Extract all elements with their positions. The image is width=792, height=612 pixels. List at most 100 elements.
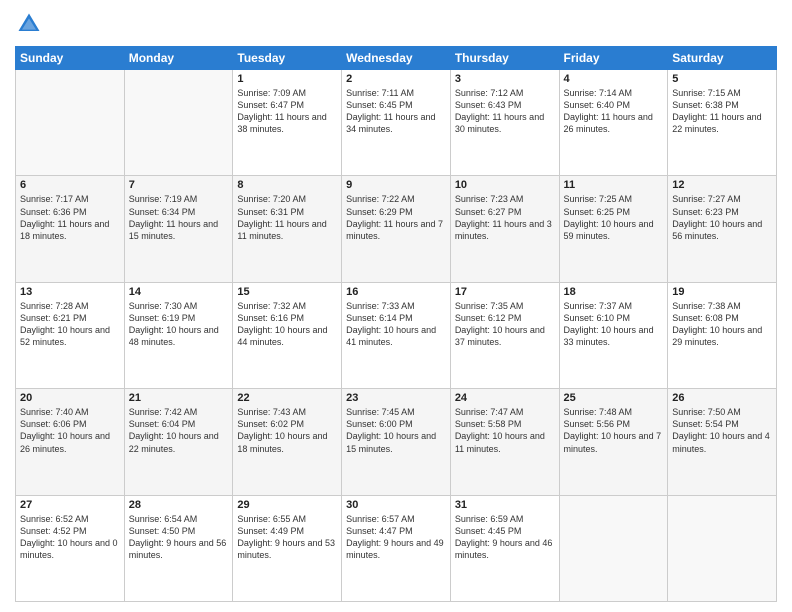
day-number: 18 <box>564 286 664 298</box>
empty-cell <box>668 495 777 601</box>
day-info: Sunrise: 7:27 AM Sunset: 6:23 PM Dayligh… <box>672 193 772 242</box>
day-info: Sunrise: 7:38 AM Sunset: 6:08 PM Dayligh… <box>672 300 772 349</box>
day-info: Sunrise: 7:23 AM Sunset: 6:27 PM Dayligh… <box>455 193 555 242</box>
day-cell-19: 19Sunrise: 7:38 AM Sunset: 6:08 PM Dayli… <box>668 282 777 388</box>
day-cell-10: 10 Sunrise: 7:23 AM Sunset: 6:27 PM Dayli… <box>450 176 559 282</box>
day-number: 17 <box>455 286 555 298</box>
day-cell-1: 1 Sunrise: 7:09 AM Sunset: 6:47 PM Daylig… <box>233 70 342 176</box>
day-cell-31: 31 Sunrise: 6:59 AM Sunset: 4:45 PM Dayli… <box>450 495 559 601</box>
weekday-header-thursday: Thursday <box>450 47 559 70</box>
day-number: 23 <box>346 392 446 404</box>
day-info: Sunrise: 7:33 AM Sunset: 6:14 PM Dayligh… <box>346 300 446 349</box>
day-cell-16: 16 Sunrise: 7:33 AM Sunset: 6:14 PM Dayli… <box>342 282 451 388</box>
day-info: Sunrise: 7:25 AM Sunset: 6:25 PM Dayligh… <box>564 193 664 242</box>
empty-cell <box>16 70 125 176</box>
day-info: Sunrise: 7:14 AM Sunset: 6:40 PM Dayligh… <box>564 87 664 136</box>
day-info: Sunrise: 6:55 AM Sunset: 4:49 PM Dayligh… <box>237 513 337 562</box>
day-cell-3: 3Sunrise: 7:12 AM Sunset: 6:43 PM Daylig… <box>450 70 559 176</box>
day-cell-22: 22Sunrise: 7:43 AM Sunset: 6:02 PM Dayli… <box>233 389 342 495</box>
day-cell-8: 8 Sunrise: 7:20 AM Sunset: 6:31 PM Daylig… <box>233 176 342 282</box>
day-cell-17: 17Sunrise: 7:35 AM Sunset: 6:12 PM Dayli… <box>450 282 559 388</box>
day-number: 25 <box>564 392 664 404</box>
week-row-3: 13Sunrise: 7:28 AM Sunset: 6:21 PM Dayli… <box>16 282 777 388</box>
empty-cell <box>124 70 233 176</box>
weekday-header-saturday: Saturday <box>668 47 777 70</box>
week-row-1: 1 Sunrise: 7:09 AM Sunset: 6:47 PM Daylig… <box>16 70 777 176</box>
day-cell-4: 4 Sunrise: 7:14 AM Sunset: 6:40 PM Daylig… <box>559 70 668 176</box>
day-cell-18: 18 Sunrise: 7:37 AM Sunset: 6:10 PM Dayli… <box>559 282 668 388</box>
day-info: Sunrise: 7:40 AM Sunset: 6:06 PM Dayligh… <box>20 406 120 455</box>
day-info: Sunrise: 7:09 AM Sunset: 6:47 PM Dayligh… <box>237 87 337 136</box>
day-number: 8 <box>237 179 337 191</box>
day-info: Sunrise: 7:45 AM Sunset: 6:00 PM Dayligh… <box>346 406 446 455</box>
day-info: Sunrise: 7:48 AM Sunset: 5:56 PM Dayligh… <box>564 406 664 455</box>
day-number: 21 <box>129 392 229 404</box>
weekday-header-sunday: Sunday <box>16 47 125 70</box>
day-number: 31 <box>455 499 555 511</box>
day-number: 27 <box>20 499 120 511</box>
day-number: 5 <box>672 73 772 85</box>
day-number: 9 <box>346 179 446 191</box>
logo <box>15 10 47 38</box>
day-info: Sunrise: 7:43 AM Sunset: 6:02 PM Dayligh… <box>237 406 337 455</box>
weekday-header-monday: Monday <box>124 47 233 70</box>
day-number: 13 <box>20 286 120 298</box>
day-number: 15 <box>237 286 337 298</box>
day-cell-28: 28 Sunrise: 6:54 AM Sunset: 4:50 PM Dayli… <box>124 495 233 601</box>
day-number: 4 <box>564 73 664 85</box>
day-cell-12: 12 Sunrise: 7:27 AM Sunset: 6:23 PM Dayli… <box>668 176 777 282</box>
day-cell-6: 6 Sunrise: 7:17 AM Sunset: 6:36 PM Daylig… <box>16 176 125 282</box>
calendar-table: SundayMondayTuesdayWednesdayThursdayFrid… <box>15 46 777 602</box>
day-cell-23: 23 Sunrise: 7:45 AM Sunset: 6:00 PM Dayli… <box>342 389 451 495</box>
weekday-header-row: SundayMondayTuesdayWednesdayThursdayFrid… <box>16 47 777 70</box>
day-cell-13: 13Sunrise: 7:28 AM Sunset: 6:21 PM Dayli… <box>16 282 125 388</box>
day-number: 24 <box>455 392 555 404</box>
day-number: 16 <box>346 286 446 298</box>
day-number: 28 <box>129 499 229 511</box>
day-cell-26: 26Sunrise: 7:50 AM Sunset: 5:54 PM Dayli… <box>668 389 777 495</box>
day-info: Sunrise: 7:19 AM Sunset: 6:34 PM Dayligh… <box>129 193 229 242</box>
day-number: 14 <box>129 286 229 298</box>
day-number: 7 <box>129 179 229 191</box>
day-info: Sunrise: 7:17 AM Sunset: 6:36 PM Dayligh… <box>20 193 120 242</box>
day-number: 2 <box>346 73 446 85</box>
day-number: 3 <box>455 73 555 85</box>
day-cell-14: 14 Sunrise: 7:30 AM Sunset: 6:19 PM Dayli… <box>124 282 233 388</box>
week-row-4: 20Sunrise: 7:40 AM Sunset: 6:06 PM Dayli… <box>16 389 777 495</box>
day-number: 10 <box>455 179 555 191</box>
day-info: Sunrise: 6:57 AM Sunset: 4:47 PM Dayligh… <box>346 513 446 562</box>
empty-cell <box>559 495 668 601</box>
day-cell-24: 24 Sunrise: 7:47 AM Sunset: 5:58 PM Dayli… <box>450 389 559 495</box>
day-info: Sunrise: 6:54 AM Sunset: 4:50 PM Dayligh… <box>129 513 229 562</box>
day-info: Sunrise: 7:50 AM Sunset: 5:54 PM Dayligh… <box>672 406 772 455</box>
day-info: Sunrise: 7:37 AM Sunset: 6:10 PM Dayligh… <box>564 300 664 349</box>
day-cell-7: 7 Sunrise: 7:19 AM Sunset: 6:34 PM Daylig… <box>124 176 233 282</box>
day-cell-11: 11 Sunrise: 7:25 AM Sunset: 6:25 PM Dayli… <box>559 176 668 282</box>
weekday-header-tuesday: Tuesday <box>233 47 342 70</box>
day-cell-9: 9 Sunrise: 7:22 AM Sunset: 6:29 PM Daylig… <box>342 176 451 282</box>
day-info: Sunrise: 6:59 AM Sunset: 4:45 PM Dayligh… <box>455 513 555 562</box>
day-info: Sunrise: 7:32 AM Sunset: 6:16 PM Dayligh… <box>237 300 337 349</box>
week-row-5: 27Sunrise: 6:52 AM Sunset: 4:52 PM Dayli… <box>16 495 777 601</box>
weekday-header-friday: Friday <box>559 47 668 70</box>
day-info: Sunrise: 7:22 AM Sunset: 6:29 PM Dayligh… <box>346 193 446 242</box>
day-number: 11 <box>564 179 664 191</box>
day-info: Sunrise: 7:42 AM Sunset: 6:04 PM Dayligh… <box>129 406 229 455</box>
day-info: Sunrise: 7:15 AM Sunset: 6:38 PM Dayligh… <box>672 87 772 136</box>
day-number: 1 <box>237 73 337 85</box>
day-info: Sunrise: 7:11 AM Sunset: 6:45 PM Dayligh… <box>346 87 446 136</box>
header <box>15 10 777 38</box>
logo-icon <box>15 10 43 38</box>
week-row-2: 6 Sunrise: 7:17 AM Sunset: 6:36 PM Daylig… <box>16 176 777 282</box>
day-number: 12 <box>672 179 772 191</box>
day-info: Sunrise: 7:47 AM Sunset: 5:58 PM Dayligh… <box>455 406 555 455</box>
day-cell-27: 27Sunrise: 6:52 AM Sunset: 4:52 PM Dayli… <box>16 495 125 601</box>
day-info: Sunrise: 7:20 AM Sunset: 6:31 PM Dayligh… <box>237 193 337 242</box>
day-number: 30 <box>346 499 446 511</box>
weekday-header-wednesday: Wednesday <box>342 47 451 70</box>
day-cell-5: 5 Sunrise: 7:15 AM Sunset: 6:38 PM Daylig… <box>668 70 777 176</box>
page: SundayMondayTuesdayWednesdayThursdayFrid… <box>0 0 792 612</box>
day-number: 6 <box>20 179 120 191</box>
day-info: Sunrise: 7:30 AM Sunset: 6:19 PM Dayligh… <box>129 300 229 349</box>
day-cell-30: 30 Sunrise: 6:57 AM Sunset: 4:47 PM Dayli… <box>342 495 451 601</box>
